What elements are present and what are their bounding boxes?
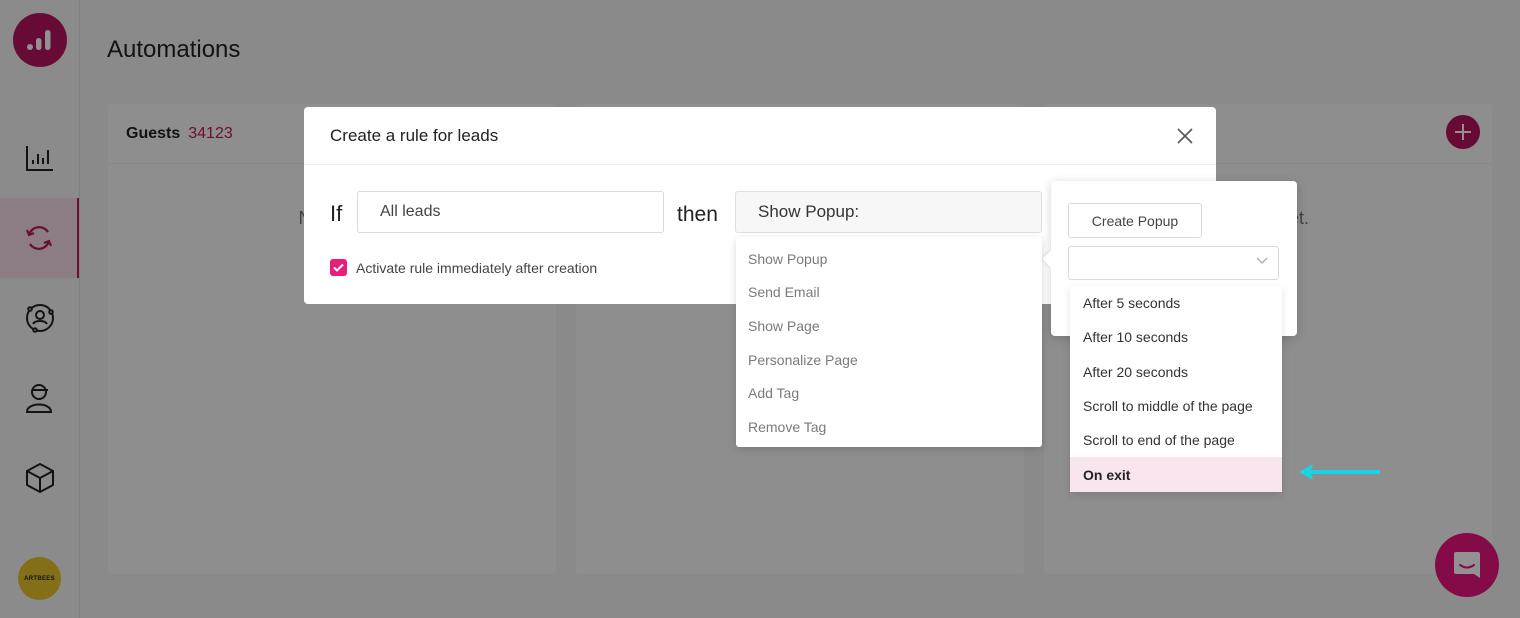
annotation-arrow-icon xyxy=(1299,464,1380,480)
trigger-select[interactable] xyxy=(1068,246,1279,280)
trigger-option-scroll-middle[interactable]: Scroll to middle of the page xyxy=(1070,389,1282,423)
trigger-option-after-10s[interactable]: After 10 seconds xyxy=(1070,320,1282,354)
modal-title: Create a rule for leads xyxy=(304,107,1216,165)
activate-rule-checkbox[interactable] xyxy=(330,259,347,276)
chevron-down-icon xyxy=(1256,257,1268,264)
action-option-send-email[interactable]: Send Email xyxy=(736,276,1042,310)
trigger-dropdown: After 5 seconds After 10 seconds After 2… xyxy=(1070,286,1282,492)
condition-value: All leads xyxy=(380,203,441,220)
action-option-personalize-page[interactable]: Personalize Page xyxy=(736,343,1042,377)
trigger-option-after-20s[interactable]: After 20 seconds xyxy=(1070,355,1282,389)
action-option-show-page[interactable]: Show Page xyxy=(736,309,1042,343)
create-popup-button[interactable]: Create Popup xyxy=(1068,203,1202,238)
action-select[interactable]: Show Popup: xyxy=(735,191,1042,233)
trigger-option-after-5s[interactable]: After 5 seconds xyxy=(1070,286,1282,320)
close-icon[interactable] xyxy=(1176,127,1194,145)
then-label: then xyxy=(677,203,718,226)
action-option-remove-tag[interactable]: Remove Tag xyxy=(736,410,1042,444)
if-label: If xyxy=(330,201,343,226)
trigger-option-scroll-end[interactable]: Scroll to end of the page xyxy=(1070,423,1282,457)
action-value: Show Popup: xyxy=(758,202,860,221)
action-option-add-tag[interactable]: Add Tag xyxy=(736,376,1042,410)
activate-rule-label: Activate rule immediately after creation xyxy=(356,259,598,276)
trigger-option-on-exit[interactable]: On exit xyxy=(1070,457,1282,492)
action-dropdown: Show Popup Send Email Show Page Personal… xyxy=(736,237,1042,447)
action-option-show-popup[interactable]: Show Popup xyxy=(736,242,1042,276)
checkmark-icon xyxy=(333,263,344,272)
condition-select[interactable]: All leads xyxy=(357,191,664,233)
activate-rule-row[interactable]: Activate rule immediately after creation xyxy=(330,259,597,276)
